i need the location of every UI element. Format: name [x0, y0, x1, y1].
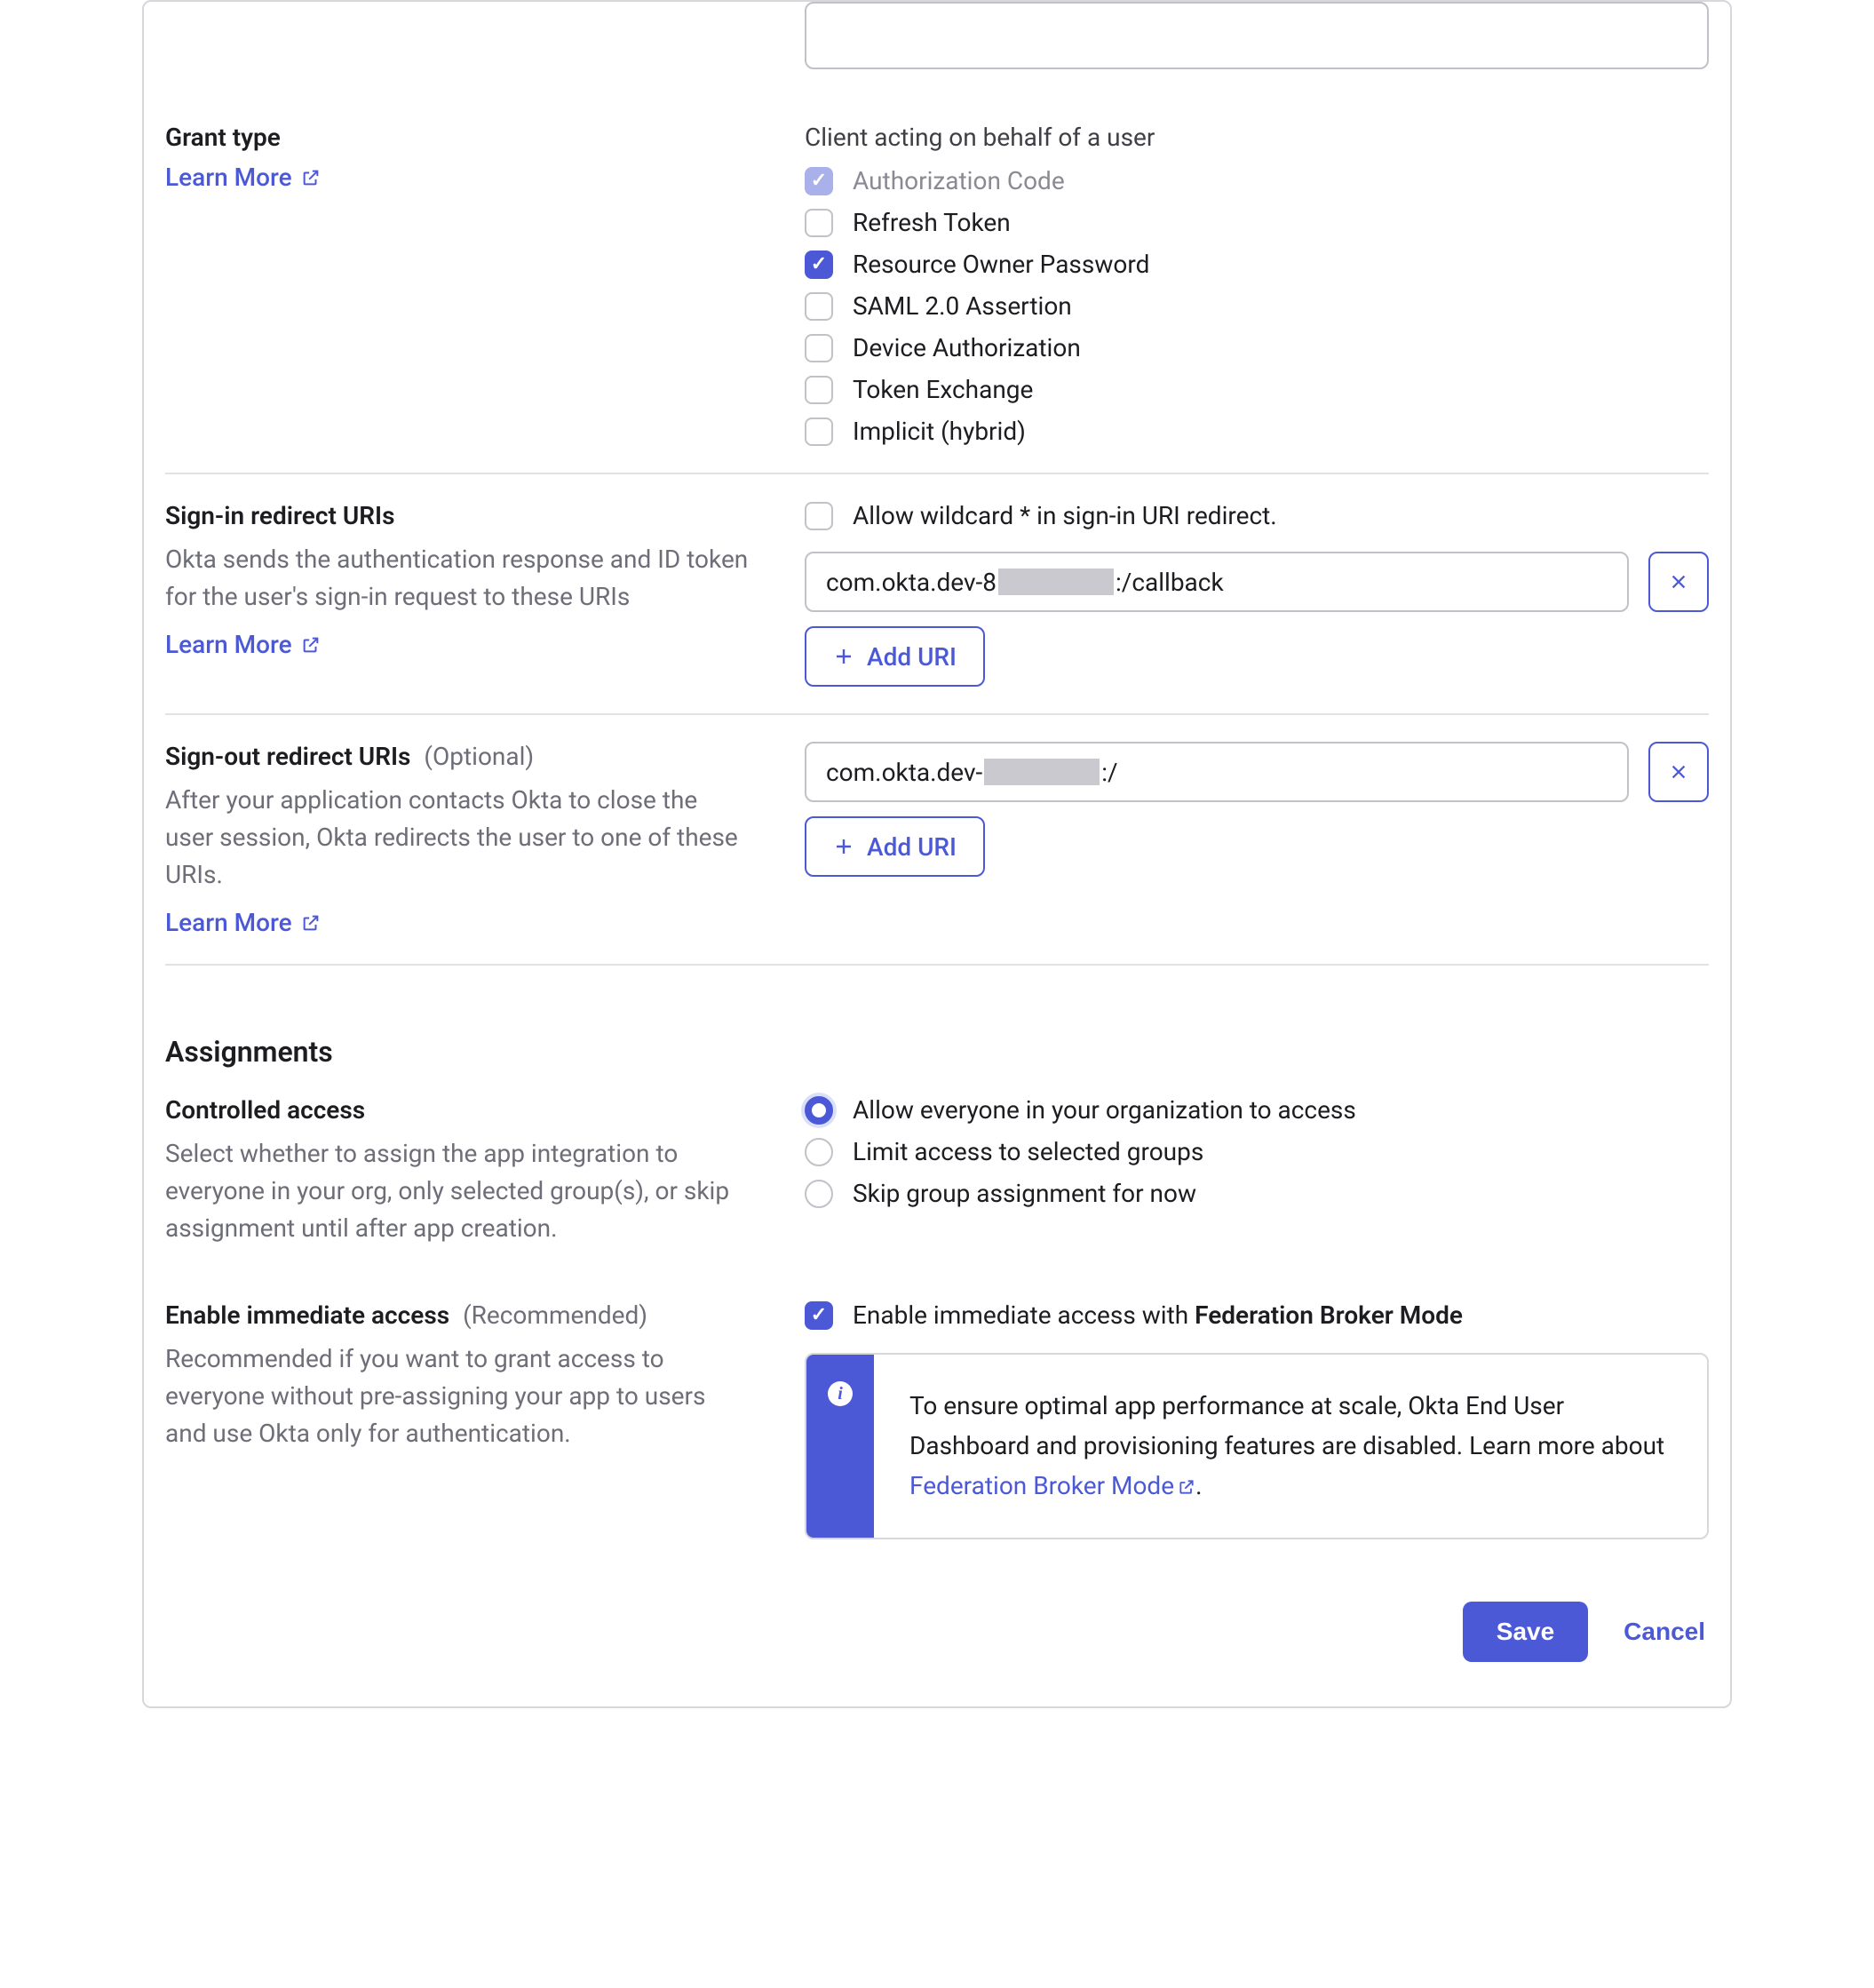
- access-option-label: Limit access to selected groups: [853, 1137, 1203, 1166]
- learn-more-text: Learn More: [165, 163, 292, 192]
- grant-option-label: SAML 2.0 Assertion: [853, 291, 1072, 321]
- add-signin-uri-button[interactable]: Add URI: [805, 626, 985, 687]
- add-uri-text: Add URI: [867, 832, 957, 862]
- grant-option-label: Implicit (hybrid): [853, 417, 1026, 446]
- signout-label-text: Sign-out redirect URIs: [165, 742, 410, 771]
- grant-option-label: Refresh Token: [853, 208, 1011, 237]
- grant-option-label: Authorization Code: [853, 166, 1065, 195]
- grant-type-subheading: Client acting on behalf of a user: [805, 123, 1709, 152]
- grant-option-label: Device Authorization: [853, 333, 1081, 362]
- grant-option-implicit-hybrid[interactable]: Implicit (hybrid): [805, 417, 1709, 446]
- checkbox-refresh-token[interactable]: [805, 209, 833, 237]
- federation-broker-link[interactable]: Federation Broker Mode: [909, 1471, 1195, 1500]
- allow-wildcard-label: Allow wildcard * in sign-in URI redirect…: [853, 501, 1277, 530]
- external-link-icon: [301, 635, 321, 655]
- checkbox-implicit-hybrid[interactable]: [805, 417, 833, 446]
- uri-text-suffix: :/: [1101, 758, 1117, 787]
- grant-option-token-exchange[interactable]: Token Exchange: [805, 375, 1709, 404]
- uri-text-prefix: com.okta.dev-8: [826, 568, 997, 597]
- info-icon: i: [828, 1381, 853, 1406]
- info-text: To ensure optimal app performance at sca…: [909, 1391, 1664, 1460]
- redacted-text: [998, 569, 1114, 595]
- save-button[interactable]: Save: [1463, 1602, 1588, 1662]
- immediate-access-desc: Recommended if you want to grant access …: [165, 1340, 751, 1452]
- signout-redirect-label: Sign-out redirect URIs (Optional): [165, 742, 751, 771]
- text-input-above[interactable]: [805, 2, 1709, 69]
- uri-text-prefix: com.okta.dev-: [826, 758, 982, 787]
- checkbox-authorization-code: ✓: [805, 167, 833, 195]
- checkbox-token-exchange[interactable]: [805, 376, 833, 404]
- grant-type-learn-more-link[interactable]: Learn More: [165, 163, 321, 192]
- immediate-access-label: Enable immediate access (Recommended): [165, 1300, 751, 1330]
- signout-learn-more-link[interactable]: Learn More: [165, 908, 321, 937]
- add-uri-text: Add URI: [867, 642, 957, 672]
- checkbox-allow-wildcard[interactable]: [805, 502, 833, 530]
- access-option-everyone[interactable]: Allow everyone in your organization to a…: [805, 1095, 1709, 1125]
- signout-uri-input[interactable]: com.okta.dev- :/: [805, 742, 1629, 802]
- signout-redirect-desc: After your application contacts Okta to …: [165, 782, 751, 894]
- radio-selected-groups[interactable]: [805, 1138, 833, 1166]
- recommended-text: (Recommended): [463, 1300, 647, 1330]
- check-prefix: Enable immediate access with: [853, 1300, 1195, 1330]
- assignments-heading: Assignments: [165, 992, 333, 1069]
- radio-skip-assignment[interactable]: [805, 1180, 833, 1208]
- info-box: i To ensure optimal app performance at s…: [805, 1353, 1709, 1539]
- signin-redirect-desc: Okta sends the authentication response a…: [165, 541, 751, 616]
- grant-option-resource-owner-password[interactable]: ✓ Resource Owner Password: [805, 250, 1709, 279]
- external-link-icon: [301, 168, 321, 187]
- grant-option-label: Resource Owner Password: [853, 250, 1149, 279]
- plus-icon: [833, 836, 854, 857]
- learn-more-text: Learn More: [165, 908, 292, 937]
- cancel-button[interactable]: Cancel: [1624, 1618, 1705, 1646]
- signin-redirect-label: Sign-in redirect URIs: [165, 501, 751, 530]
- info-body: To ensure optimal app performance at sca…: [874, 1355, 1707, 1538]
- plus-icon: [833, 646, 854, 667]
- grant-option-saml-assertion[interactable]: SAML 2.0 Assertion: [805, 291, 1709, 321]
- add-signout-uri-button[interactable]: Add URI: [805, 816, 985, 877]
- external-link-icon: [1178, 1478, 1195, 1496]
- info-bar: i: [806, 1355, 874, 1538]
- grant-option-label: Token Exchange: [853, 375, 1033, 404]
- grant-option-refresh-token[interactable]: Refresh Token: [805, 208, 1709, 237]
- access-option-selected-groups[interactable]: Limit access to selected groups: [805, 1137, 1709, 1166]
- check-bold: Federation Broker Mode: [1195, 1300, 1463, 1330]
- access-option-label: Allow everyone in your organization to a…: [853, 1095, 1356, 1125]
- info-link-text: Federation Broker Mode: [909, 1471, 1174, 1500]
- checkbox-saml-assertion[interactable]: [805, 292, 833, 321]
- uri-text-suffix: :/callback: [1116, 568, 1224, 597]
- grant-option-device-authorization[interactable]: Device Authorization: [805, 333, 1709, 362]
- access-option-skip[interactable]: Skip group assignment for now: [805, 1179, 1709, 1208]
- grant-type-label: Grant type: [165, 123, 751, 152]
- signin-learn-more-link[interactable]: Learn More: [165, 630, 321, 659]
- remove-signout-uri-button[interactable]: [1648, 742, 1709, 802]
- signin-uri-input[interactable]: com.okta.dev-8 :/callback: [805, 552, 1629, 612]
- access-option-label: Skip group assignment for now: [853, 1179, 1196, 1208]
- immediate-access-check-label: Enable immediate access with Federation …: [853, 1300, 1463, 1330]
- redacted-text: [984, 759, 1100, 785]
- checkbox-federation-broker[interactable]: ✓: [805, 1301, 833, 1330]
- checkbox-device-authorization[interactable]: [805, 334, 833, 362]
- settings-card: Grant type Learn More Client acting on b…: [142, 0, 1732, 1708]
- close-icon: [1669, 572, 1688, 592]
- checkbox-resource-owner-password[interactable]: ✓: [805, 250, 833, 279]
- immediate-access-check-row[interactable]: ✓ Enable immediate access with Federatio…: [805, 1300, 1709, 1330]
- radio-allow-everyone[interactable]: [805, 1096, 833, 1125]
- close-icon: [1669, 762, 1688, 782]
- controlled-access-desc: Select whether to assign the app integra…: [165, 1135, 751, 1247]
- learn-more-text: Learn More: [165, 630, 292, 659]
- info-period: .: [1195, 1471, 1202, 1500]
- remove-signin-uri-button[interactable]: [1648, 552, 1709, 612]
- optional-text: (Optional): [424, 742, 534, 771]
- external-link-icon: [301, 913, 321, 933]
- immediate-label-text: Enable immediate access: [165, 1300, 449, 1330]
- allow-wildcard-row[interactable]: Allow wildcard * in sign-in URI redirect…: [805, 501, 1709, 530]
- grant-option-authorization-code: ✓ Authorization Code: [805, 166, 1709, 195]
- controlled-access-label: Controlled access: [165, 1095, 751, 1125]
